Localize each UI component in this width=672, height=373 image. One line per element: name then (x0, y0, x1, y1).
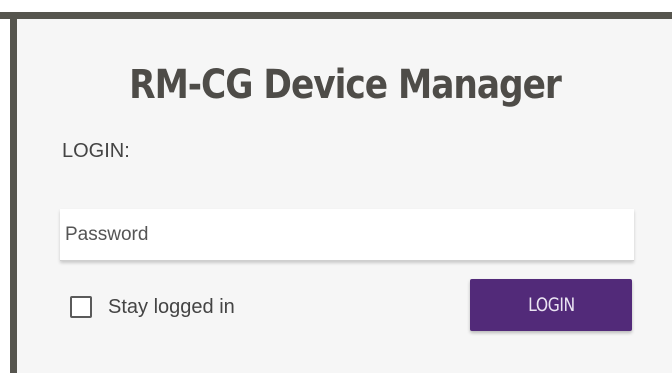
stay-logged-in-label: Stay logged in (108, 295, 235, 318)
login-page: RM-CG Device Manager LOGIN: Stay logged … (0, 0, 672, 373)
page-title: RM-CG Device Manager (129, 62, 562, 108)
checkbox-unchecked-icon[interactable] (70, 296, 92, 318)
password-input[interactable] (60, 209, 634, 261)
window-border-left (10, 12, 17, 373)
stay-logged-in-option[interactable]: Stay logged in (70, 294, 235, 320)
login-button-label: LOGIN (527, 294, 575, 316)
window-border-top (0, 12, 672, 19)
login-button[interactable]: LOGIN (470, 279, 632, 331)
login-heading: LOGIN: (62, 140, 130, 162)
